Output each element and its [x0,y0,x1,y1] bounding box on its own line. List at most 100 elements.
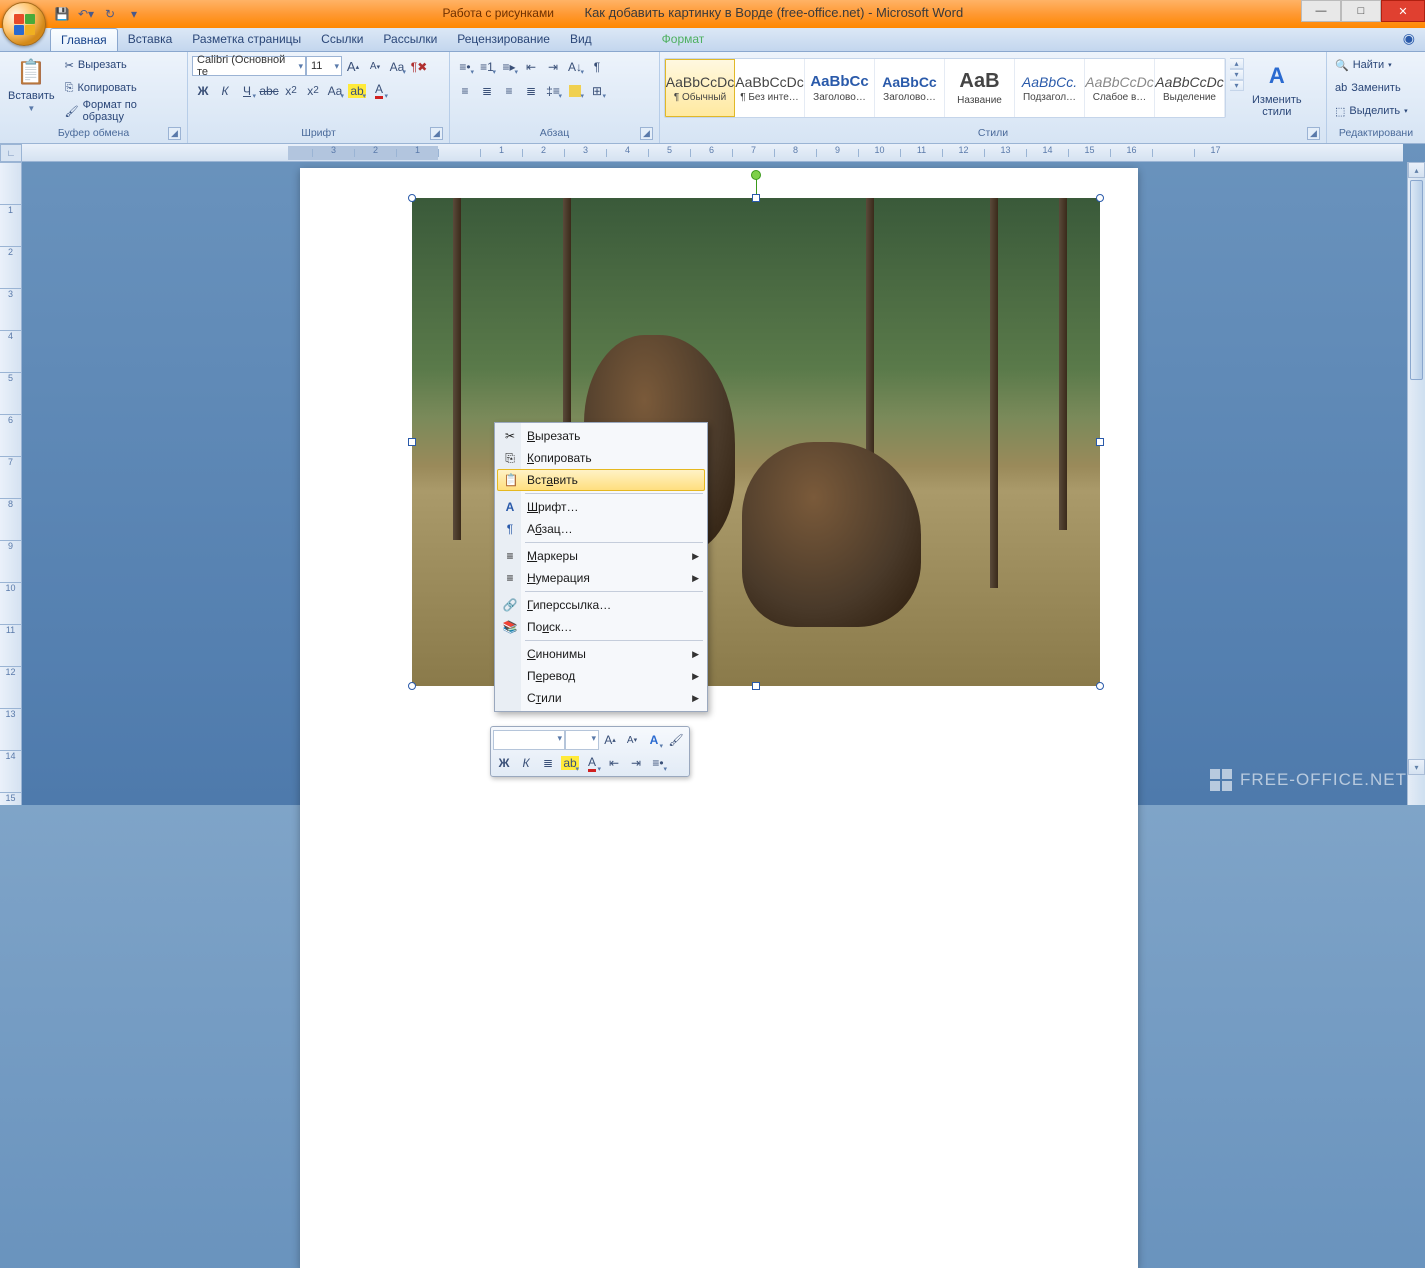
mini-format-painter-icon[interactable]: 🖌 [665,729,687,751]
style-item[interactable]: AaBbCcЗаголово… [805,59,875,117]
tab-references[interactable]: Ссылки [311,28,373,51]
handle-n[interactable] [752,194,760,202]
align-right-icon[interactable]: ≡ [498,80,520,101]
mini-font-size[interactable] [565,730,599,750]
handle-s[interactable] [752,682,760,690]
help-icon[interactable]: ◉ [1393,28,1425,51]
shading-icon[interactable] [564,80,586,101]
ctx-paste[interactable]: 📋Вставить [497,469,705,491]
paragraph-launcher[interactable]: ◢ [640,127,653,140]
gallery-up-icon[interactable]: ▴ [1230,58,1244,69]
bullets-icon[interactable]: ≡• [454,56,476,77]
highlight-icon[interactable]: ab [346,80,368,101]
style-item[interactable]: AaBbCcDc¶ Обычный [665,59,735,117]
handle-sw[interactable] [408,682,416,690]
mini-font-color-icon[interactable]: A [581,752,603,774]
rotation-handle[interactable] [751,170,761,180]
vertical-ruler[interactable]: 123456789101112131415 [0,162,22,805]
font-launcher[interactable]: ◢ [430,127,443,140]
align-left-icon[interactable]: ≡ [454,80,476,101]
styles-gallery[interactable]: AaBbCcDc¶ ОбычныйAaBbCcDc¶ Без инте…AaBb… [664,58,1226,118]
clear-formatting-icon[interactable]: Aa [386,56,408,77]
document-page[interactable] [300,168,1138,1268]
ctx-lookup[interactable]: 📚Поиск… [497,616,705,638]
numbering-icon[interactable]: ≡1 [476,56,498,77]
change-styles-button[interactable]: A Изменить стили [1248,58,1306,120]
increase-indent-icon[interactable]: ⇥ [542,56,564,77]
decrease-indent-icon[interactable]: ⇤ [520,56,542,77]
handle-se[interactable] [1096,682,1104,690]
redo-icon[interactable]: ↻ [100,4,120,24]
mini-bold-icon[interactable]: Ж [493,752,515,774]
mini-center-icon[interactable]: ≣ [537,752,559,774]
scroll-down-icon[interactable]: ▾ [1408,759,1425,775]
mini-highlight-icon[interactable]: ab [559,752,581,774]
mini-decrease-indent-icon[interactable]: ⇤ [603,752,625,774]
sort-icon[interactable]: A↓ [564,56,586,77]
tab-mailings[interactable]: Рассылки [373,28,447,51]
save-icon[interactable]: 💾 [52,4,72,24]
cut-button[interactable]: ✂Вырезать [61,54,183,76]
font-name-combo[interactable]: Calibri (Основной те [192,56,306,76]
align-center-icon[interactable]: ≣ [476,80,498,101]
show-marks-icon[interactable]: ¶ [586,56,608,77]
handle-ne[interactable] [1096,194,1104,202]
justify-icon[interactable]: ≣ [520,80,542,101]
grow-font-icon[interactable]: A▴ [342,56,364,77]
handle-w[interactable] [408,438,416,446]
tab-format[interactable]: Формат [652,28,715,51]
ctx-copy[interactable]: ⎘Копировать [497,447,705,469]
close-button[interactable]: ✕ [1381,0,1425,22]
minimize-button[interactable]: — [1301,0,1341,22]
style-item[interactable]: AaBbCcDc¶ Без инте… [735,59,805,117]
tab-page-layout[interactable]: Разметка страницы [182,28,311,51]
gallery-down-icon[interactable]: ▾ [1230,69,1244,80]
style-item[interactable]: AaBbCc.Подзагол… [1015,59,1085,117]
tab-insert[interactable]: Вставка [118,28,183,51]
tab-view[interactable]: Вид [560,28,602,51]
clipboard-launcher[interactable]: ◢ [168,127,181,140]
erase-format-icon[interactable]: ¶✖ [408,56,430,77]
ctx-bullets[interactable]: ≡Маркеры▶ [497,545,705,567]
underline-icon[interactable]: Ч [236,80,258,101]
borders-icon[interactable]: ⊞ [586,80,608,101]
tab-review[interactable]: Рецензирование [447,28,560,51]
mini-increase-indent-icon[interactable]: ⇥ [625,752,647,774]
style-item[interactable]: АаВНазвание [945,59,1015,117]
vertical-scrollbar[interactable]: ▴ ▾ [1407,162,1425,805]
qat-customize-icon[interactable]: ▾ [124,4,144,24]
paste-button[interactable]: 📋 Вставить ▼ [4,54,59,115]
ctx-styles[interactable]: Стили▶ [497,687,705,709]
handle-e[interactable] [1096,438,1104,446]
mini-styles-icon[interactable]: A [643,729,665,751]
replace-button[interactable]: abЗаменить [1331,77,1412,99]
copy-button[interactable]: ⎘Копировать [61,77,183,99]
subscript-icon[interactable]: x2 [280,80,302,101]
style-item[interactable]: AaBbCcDcСлабое в… [1085,59,1155,117]
mini-bullets-icon[interactable]: ≡• [647,752,669,774]
line-spacing-icon[interactable]: ‡≡ [542,80,564,101]
tab-home[interactable]: Главная [50,28,118,51]
ctx-synonyms[interactable]: Синонимы▶ [497,643,705,665]
ctx-translate[interactable]: Перевод▶ [497,665,705,687]
font-size-combo[interactable]: 11 [306,56,342,76]
ctx-cut[interactable]: ✂Вырезать [497,425,705,447]
italic-icon[interactable]: К [214,80,236,101]
bold-icon[interactable]: Ж [192,80,214,101]
maximize-button[interactable]: □ [1341,0,1381,22]
mini-grow-font-icon[interactable]: A▴ [599,729,621,751]
ctx-numbering[interactable]: ≡Нумерация▶ [497,567,705,589]
select-button[interactable]: ⬚Выделить▾ [1331,100,1412,122]
font-color-icon[interactable]: A [368,80,390,101]
shrink-font-icon[interactable]: A▾ [364,56,386,77]
ruler-corner[interactable]: ∟ [0,144,22,162]
multilevel-icon[interactable]: ≡▸ [498,56,520,77]
handle-nw[interactable] [408,194,416,202]
ctx-hyperlink[interactable]: 🔗Гиперссылка… [497,594,705,616]
undo-icon[interactable]: ↶▾ [76,4,96,24]
ctx-font[interactable]: AШрифт… [497,496,705,518]
styles-launcher[interactable]: ◢ [1307,127,1320,140]
ctx-paragraph[interactable]: ¶Абзац… [497,518,705,540]
mini-shrink-font-icon[interactable]: A▾ [621,729,643,751]
mini-italic-icon[interactable]: К [515,752,537,774]
